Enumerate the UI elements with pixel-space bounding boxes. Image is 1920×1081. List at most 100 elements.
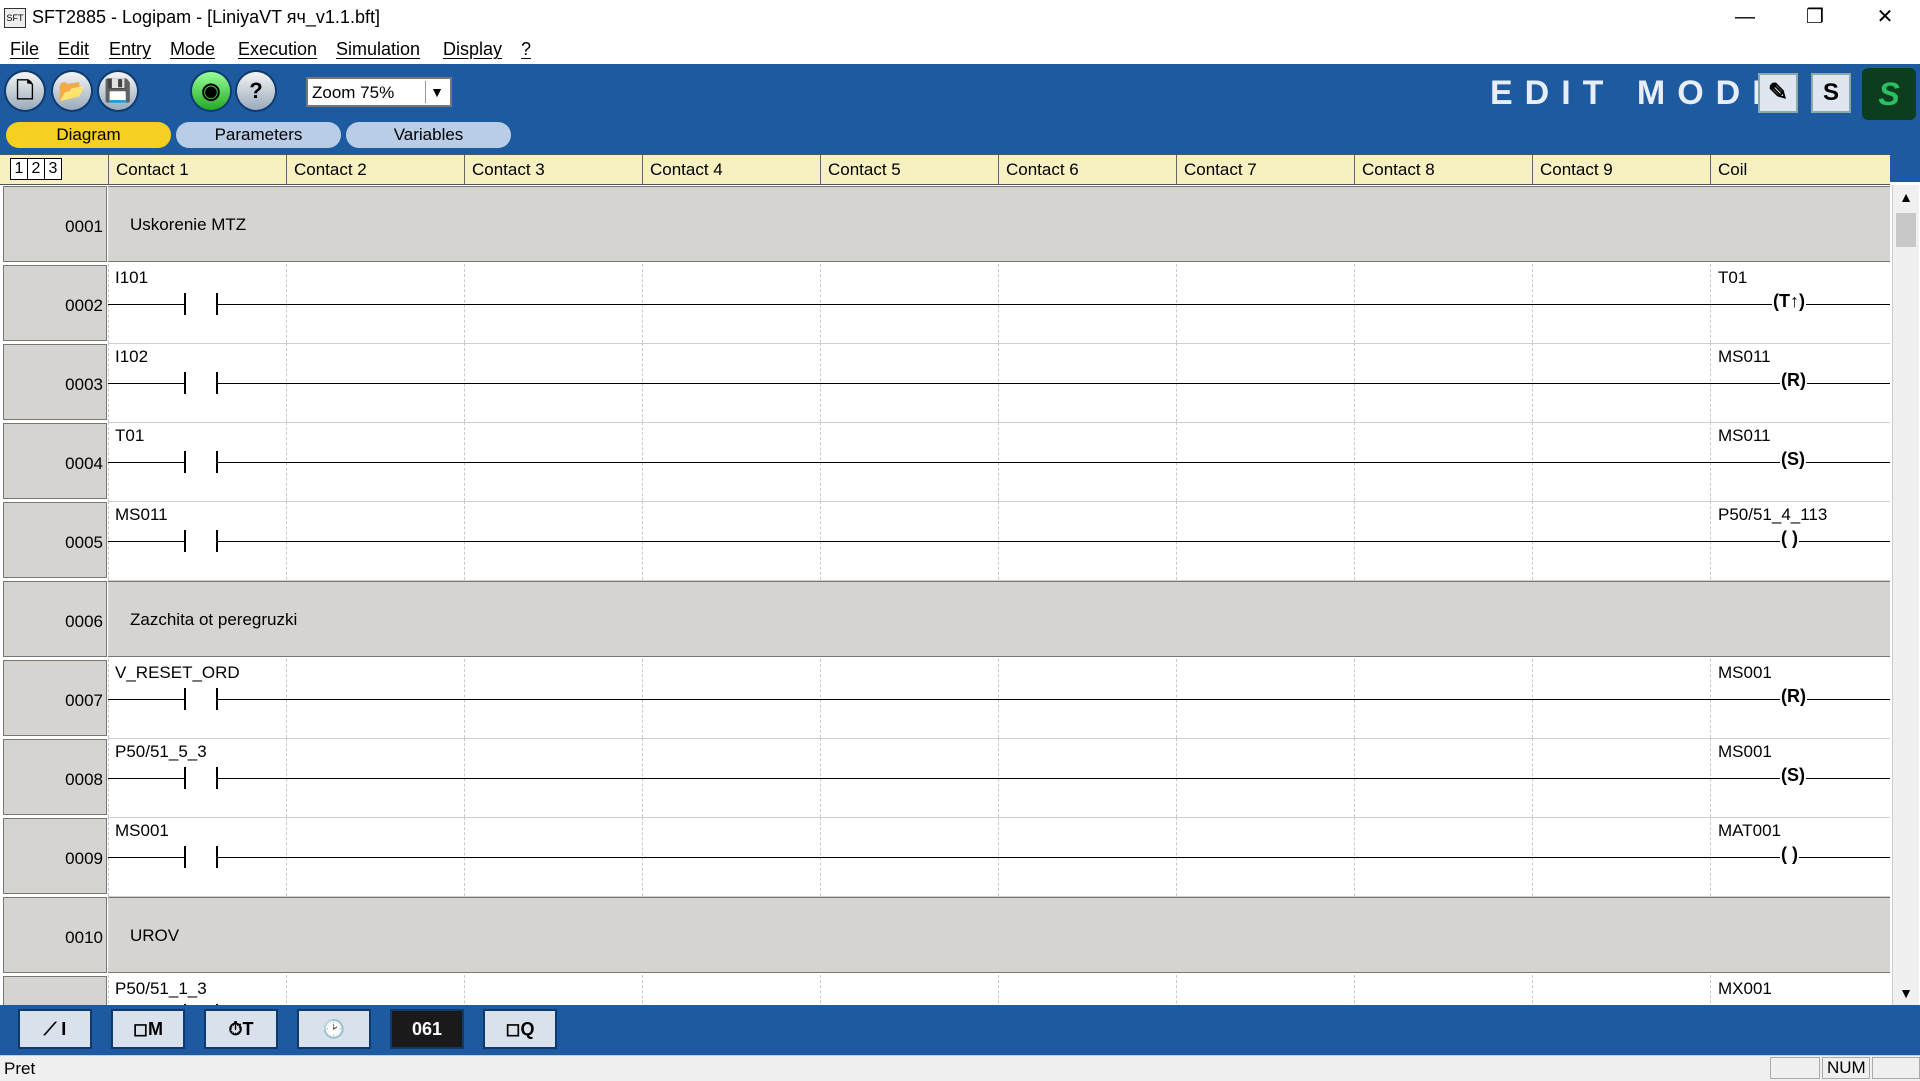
clock-icon: 🕑 [322,1019,346,1039]
contact-symbol[interactable] [184,293,218,315]
zoom-select[interactable]: Zoom 75% ▼ [306,77,452,107]
rung-number-label: 0010 [65,928,103,947]
palette-timer-button[interactable]: ⏱T [204,1009,278,1049]
coil-label: MAT001 [1718,821,1781,840]
ladder-diagram: 0001 Uskorenie MTZ 0002 I101 T01 (T↑) 0003 I102… [0,185,1890,1005]
page-number-tabs: 123 [10,158,62,180]
minimize-button[interactable]: — [1710,0,1780,36]
contact-label: V_RESET_ORD [115,663,240,682]
new-button[interactable]: 🗋 [6,72,44,110]
coil-symbol[interactable]: (R) [1780,370,1807,391]
coil-symbol[interactable]: ( ) [1780,528,1799,549]
rung-wire [108,699,1890,700]
contact-label: MS011 [115,505,168,524]
column-contact-9: Contact 9 [1532,155,1710,184]
app-icon: SFT [4,8,26,28]
page-tab-2[interactable]: 2 [27,158,45,180]
ladder-rung[interactable]: 0005 MS011 P50/51_4_113 ( ) [0,501,1890,581]
rung-number: 0005 [3,502,107,578]
comment-rung[interactable]: 0001 Uskorenie MTZ [0,185,1890,264]
comment-rung[interactable]: 0010 UROV [0,896,1890,975]
cell-divider [642,975,643,1005]
scroll-down-icon[interactable]: ▼ [1893,981,1919,1005]
page-tab-1[interactable]: 1 [10,158,28,180]
cell-divider [1710,975,1711,1005]
rung-wire [108,778,1890,779]
column-contact-2: Contact 2 [286,155,464,184]
palette-input-button[interactable]: ⟋ I [18,1009,92,1049]
menu-file[interactable]: File [10,39,39,60]
contact-symbol[interactable] [184,451,218,473]
contact-symbol[interactable] [184,767,218,789]
contact-label: I101 [115,268,149,287]
ladder-rung[interactable]: 0002 I101 T01 (T↑) [0,264,1890,344]
comment-cell[interactable]: Zazchita ot peregruzki [108,581,1890,657]
scroll-thumb[interactable] [1896,213,1916,247]
palette-clock-button[interactable]: 🕑 [297,1009,371,1049]
contact-symbol[interactable] [184,530,218,552]
page-tab-3[interactable]: 3 [44,158,62,180]
restore-button[interactable]: ❐ [1780,0,1850,36]
contact-symbol[interactable] [184,372,218,394]
coil-symbol[interactable]: (R) [1780,686,1807,707]
rung-cells[interactable] [108,975,1890,1005]
coil-symbol[interactable]: (S) [1780,765,1806,786]
cell-divider [1176,975,1177,1005]
tab-parameters[interactable]: Parameters [176,122,341,148]
rung-number-label: 0009 [65,849,103,868]
rung-number: 0003 [3,344,107,420]
contact-symbol[interactable] [184,846,218,868]
palette-output-button[interactable]: ◻Q [483,1009,557,1049]
menu-edit[interactable]: Edit [58,39,89,60]
menu-mode[interactable]: Mode [170,39,215,60]
scroll-up-icon[interactable]: ▲ [1893,185,1919,209]
coil-symbol[interactable]: (T↑) [1772,291,1806,312]
cell-divider [108,975,109,1005]
rung-number: 0001 [3,186,107,262]
rung-number-label: 0004 [65,454,103,473]
ladder-rung[interactable]: 0007 V_RESET_ORD MS001 (R) [0,659,1890,739]
ladder-rung[interactable]: 0004 T01 MS011 (S) [0,422,1890,502]
ladder-rung[interactable]: 0008 P50/51_5_3 MS001 (S) [0,738,1890,818]
rung-number: 0007 [3,660,107,736]
edit-mode-button[interactable]: ✎ [1758,73,1798,113]
menu-bar: File Edit Entry Mode Execution Simulatio… [0,36,1920,64]
chevron-down-icon: ▼ [425,81,448,103]
close-button[interactable]: ✕ [1850,0,1920,36]
menu-help[interactable]: ? [521,39,531,60]
menu-execution[interactable]: Execution [238,39,317,60]
tab-diagram[interactable]: Diagram [6,122,171,148]
logo: S [1862,68,1916,120]
coil-symbol[interactable]: ( ) [1780,844,1799,865]
rung-number: 0009 [3,818,107,894]
coil-symbol[interactable]: (S) [1780,449,1806,470]
comment-cell[interactable]: UROV [108,897,1890,973]
comment-rung[interactable]: 0006 Zazchita ot peregruzki [0,580,1890,659]
rung-number-label: 0003 [65,375,103,394]
palette-counter-button[interactable]: 061 [390,1009,464,1049]
open-button[interactable]: 📂 [53,72,91,110]
save-button[interactable]: 💾 [99,72,137,110]
rung-wire [108,541,1890,542]
coil-label: MS001 [1718,742,1772,761]
menu-simulation[interactable]: Simulation [336,39,420,60]
comment-cell[interactable]: Uskorenie MTZ [108,186,1890,262]
palette-memory-button[interactable]: ◻M [111,1009,185,1049]
simulation-mode-button[interactable]: S [1811,73,1851,113]
monitor-button[interactable]: ◉ [192,72,230,110]
output-coil-icon: ◻Q [505,1019,535,1039]
contact-symbol[interactable] [184,688,218,710]
menu-entry[interactable]: Entry [109,39,151,60]
title-bar: SFT SFT2885 - Logipam - [LiniyaVT яч_v1.… [0,0,1920,36]
timer-icon: ⏱T [228,1019,254,1039]
vertical-scrollbar[interactable]: ▲ ▼ [1892,185,1919,1005]
comment-text: Uskorenie MTZ [130,215,247,234]
ladder-rung[interactable]: 0011 P50/51_1_3 MX001 [0,975,1890,1005]
tab-variables[interactable]: Variables [346,122,511,148]
contact-label: I102 [115,347,149,366]
column-header: 123 Contact 1 Contact 2 Contact 3 Contac… [0,154,1890,185]
help-button[interactable]: ? [237,72,275,110]
menu-display[interactable]: Display [443,39,502,60]
ladder-rung[interactable]: 0003 I102 MS011 (R) [0,343,1890,423]
ladder-rung[interactable]: 0009 MS001 MAT001 ( ) [0,817,1890,897]
